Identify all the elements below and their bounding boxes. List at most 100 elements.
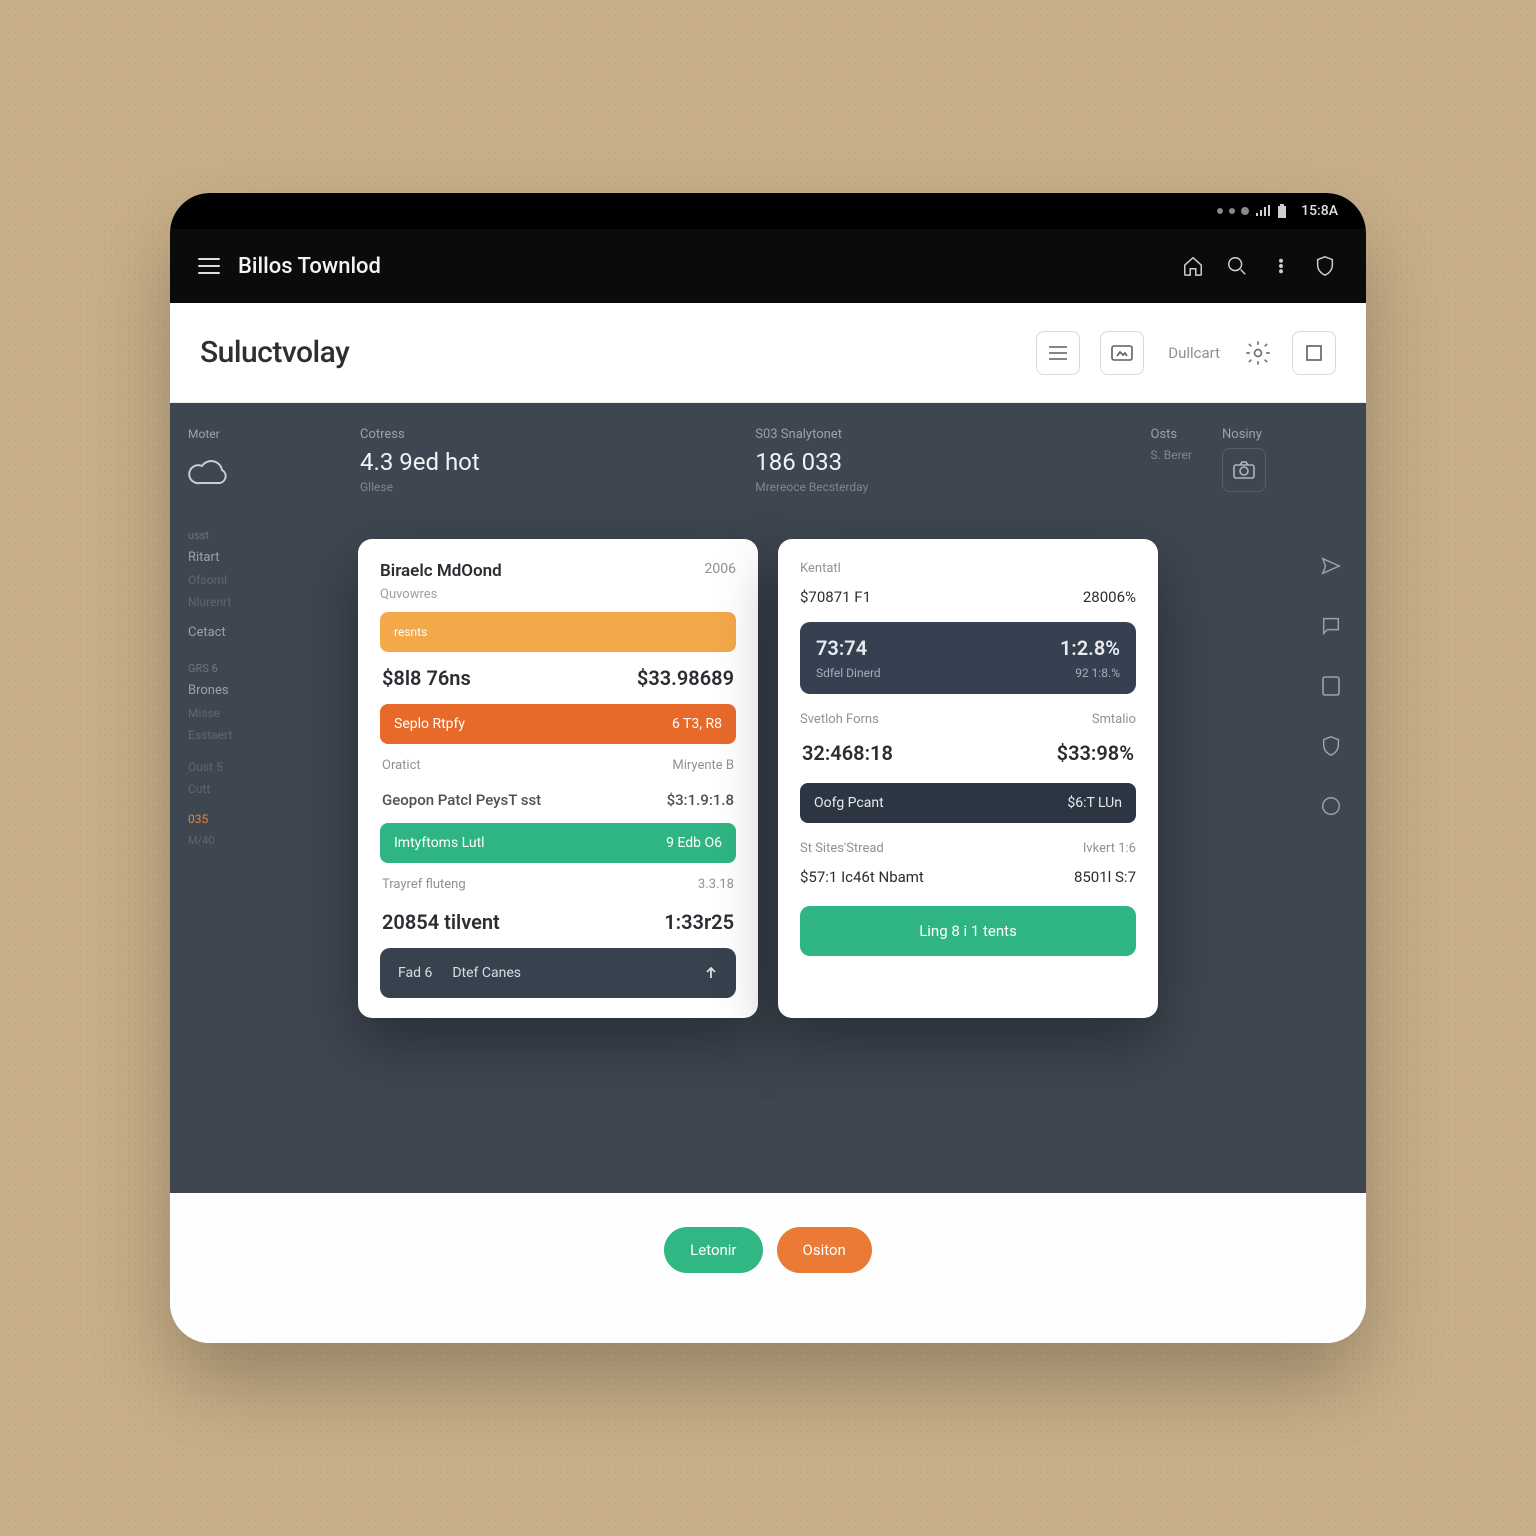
mini-line2: S. Berer (1151, 448, 1193, 462)
amount-left: 20854 tilvent (382, 910, 500, 934)
document-icon[interactable] (1318, 673, 1344, 699)
amount-right: $33:98% (1057, 741, 1134, 765)
progress-bar-orange-light: resnts (380, 612, 736, 652)
sidebar-item[interactable]: Nlurenrt (188, 595, 312, 609)
val-right: 28006% (1083, 588, 1136, 606)
status-bar: 15:8A (170, 193, 1366, 229)
stat-mini: Nosiny (1222, 427, 1266, 1193)
shield-outline-icon[interactable] (1318, 733, 1344, 759)
amount-row: 20854 tilvent 1:33r25 (380, 906, 736, 938)
dark-left: Oofg Pcant (814, 795, 884, 811)
sidebar-group-head: GRS 6 (188, 662, 312, 675)
circle-icon[interactable] (1318, 793, 1344, 819)
arrow-up-icon (704, 966, 718, 980)
hdr-right: Smtalio (1092, 712, 1136, 727)
pill-top-left: 73:74 (816, 636, 867, 660)
hdr-left: St Sites'Stread (800, 841, 884, 856)
status-indicator-dot (1229, 208, 1235, 214)
amount-right: $33.98689 (637, 666, 734, 690)
meta-right: Miryente B (672, 758, 734, 773)
status-indicator-dot (1217, 208, 1223, 214)
stat-sub: Gllese (360, 480, 715, 494)
header-row: Kentatl (800, 561, 1136, 576)
stop-icon[interactable] (1292, 331, 1336, 375)
card-title: Biraelc MdOond (380, 561, 736, 581)
sidebar-top-label: Moter (188, 427, 312, 441)
bar-value: 9 Edb O6 (666, 835, 722, 851)
sidebar-item[interactable]: Cutt (188, 782, 312, 796)
mini-label: Nosiny (1222, 427, 1266, 442)
cards-group: Biraelc MdOond 2006 Quvowres resnts $8l8… (358, 539, 1158, 1018)
val-left: $57:1 Ic46t Nbamt (800, 868, 924, 886)
dark-row[interactable]: Oofg Pcant $6:T LUn (800, 783, 1136, 823)
stat-right-group: Osts S. Berer Nosiny (1151, 427, 1267, 1193)
card-left: Biraelc MdOond 2006 Quvowres resnts $8l8… (358, 539, 758, 1018)
hdr-right: Ivkert 1:6 (1083, 841, 1136, 856)
meta-left: Trayref fluteng (382, 877, 466, 892)
card-footer-button[interactable]: Ling 8 i 1 tents (800, 906, 1136, 956)
more-icon[interactable] (1268, 253, 1294, 279)
stat-value: 186 033 (755, 448, 1110, 476)
sidebar-item[interactable]: Oust 5 (188, 760, 312, 774)
amount-row: $8l8 76ns $33.98689 (380, 662, 736, 694)
pill-bot-right: 92 1:8.% (1075, 666, 1120, 680)
highlight-block: 73:74 1:2.8% Sdfel Dinerd 92 1:8.% (800, 622, 1136, 694)
stat-tag: Cotress (360, 427, 715, 442)
dark-right: $6:T LUn (1067, 795, 1122, 811)
preview-icon[interactable] (1100, 331, 1144, 375)
hdr-left: Svetloh Forns (800, 712, 879, 727)
shield-icon[interactable] (1312, 253, 1338, 279)
chat-icon[interactable] (1318, 613, 1344, 639)
sidebar-item[interactable]: Misse (188, 706, 312, 720)
amount-left: 32:468:18 (802, 741, 893, 765)
send-icon[interactable] (1318, 553, 1344, 579)
card-right: Kentatl $70871 F1 28006% 73:74 1:2.8% Sd… (778, 539, 1158, 1018)
main-panel: Moter usst Ritart Ofsornl Nlurenrt Cetac… (170, 403, 1366, 1193)
menu-icon[interactable] (198, 258, 220, 274)
hdr-left: Kentatl (800, 561, 841, 576)
pill-top-right: 1:2.8% (1060, 636, 1120, 660)
grid-menu-icon[interactable] (1036, 331, 1080, 375)
sidebar-item[interactable]: Esstaert (188, 728, 312, 742)
secondary-header: Suluctvolay Dullcart (170, 303, 1366, 403)
header-row: St Sites'Stread Ivkert 1:6 (800, 841, 1136, 856)
right-rail (1296, 403, 1366, 1193)
cloud-icon[interactable] (188, 455, 232, 493)
sidebar-group-head: usst (188, 529, 312, 542)
device-frame: 15:8A Billos Townlod Suluctvolay Dullcar… (170, 193, 1366, 1343)
sidebar-item[interactable]: Ritart (188, 550, 312, 565)
mini-label: Osts (1151, 427, 1193, 442)
bar-label: resnts (394, 625, 427, 639)
footer-label: Ling 8 i 1 tents (919, 922, 1017, 940)
dullcart-label: Dullcart (1168, 344, 1220, 362)
footer-label-b: Dtef Canes (452, 965, 521, 981)
footer-label-a: Fad 6 (398, 965, 432, 981)
sidebar-item[interactable]: Brones (188, 683, 312, 698)
card-footer-button[interactable]: Fad 6 Dtef Canes (380, 948, 736, 998)
sidebar-item[interactable]: Cetact (188, 625, 312, 640)
battery-icon (1277, 204, 1287, 218)
detail-left: Geopon Patcl PeysT sst (382, 791, 541, 809)
camera-icon[interactable] (1222, 448, 1266, 492)
sidebar-item[interactable]: Ofsornl (188, 573, 312, 587)
card-corner-number: 2006 (705, 561, 736, 577)
settings-icon[interactable] (1244, 339, 1272, 367)
pill-bot-left: Sdfel Dinerd (816, 666, 881, 680)
meta-right: 3.3.18 (698, 877, 734, 892)
status-indicator-dot (1241, 207, 1249, 215)
action-bar-green[interactable]: Imtyftoms Lutl 9 Edb O6 (380, 823, 736, 863)
primary-pill-button[interactable]: Letonir (664, 1227, 762, 1273)
card-header: Biraelc MdOond 2006 (380, 561, 736, 581)
amount-left: $8l8 76ns (382, 666, 471, 690)
value-row: $57:1 Ic46t Nbamt 8501l S:7 (800, 868, 1136, 886)
top-bar: Billos Townlod (170, 229, 1366, 303)
status-time: 15:8A (1301, 203, 1338, 219)
home-icon[interactable] (1180, 253, 1206, 279)
app-title: Billos Townlod (238, 254, 381, 279)
brand-title: Suluctvolay (200, 335, 349, 370)
signal-icon (1255, 205, 1271, 217)
secondary-pill-button[interactable]: Ositon (777, 1227, 872, 1273)
search-icon[interactable] (1224, 253, 1250, 279)
bar-value: 6 T3, R8 (672, 716, 722, 732)
action-bar-orange[interactable]: Seplo Rtpfy 6 T3, R8 (380, 704, 736, 744)
